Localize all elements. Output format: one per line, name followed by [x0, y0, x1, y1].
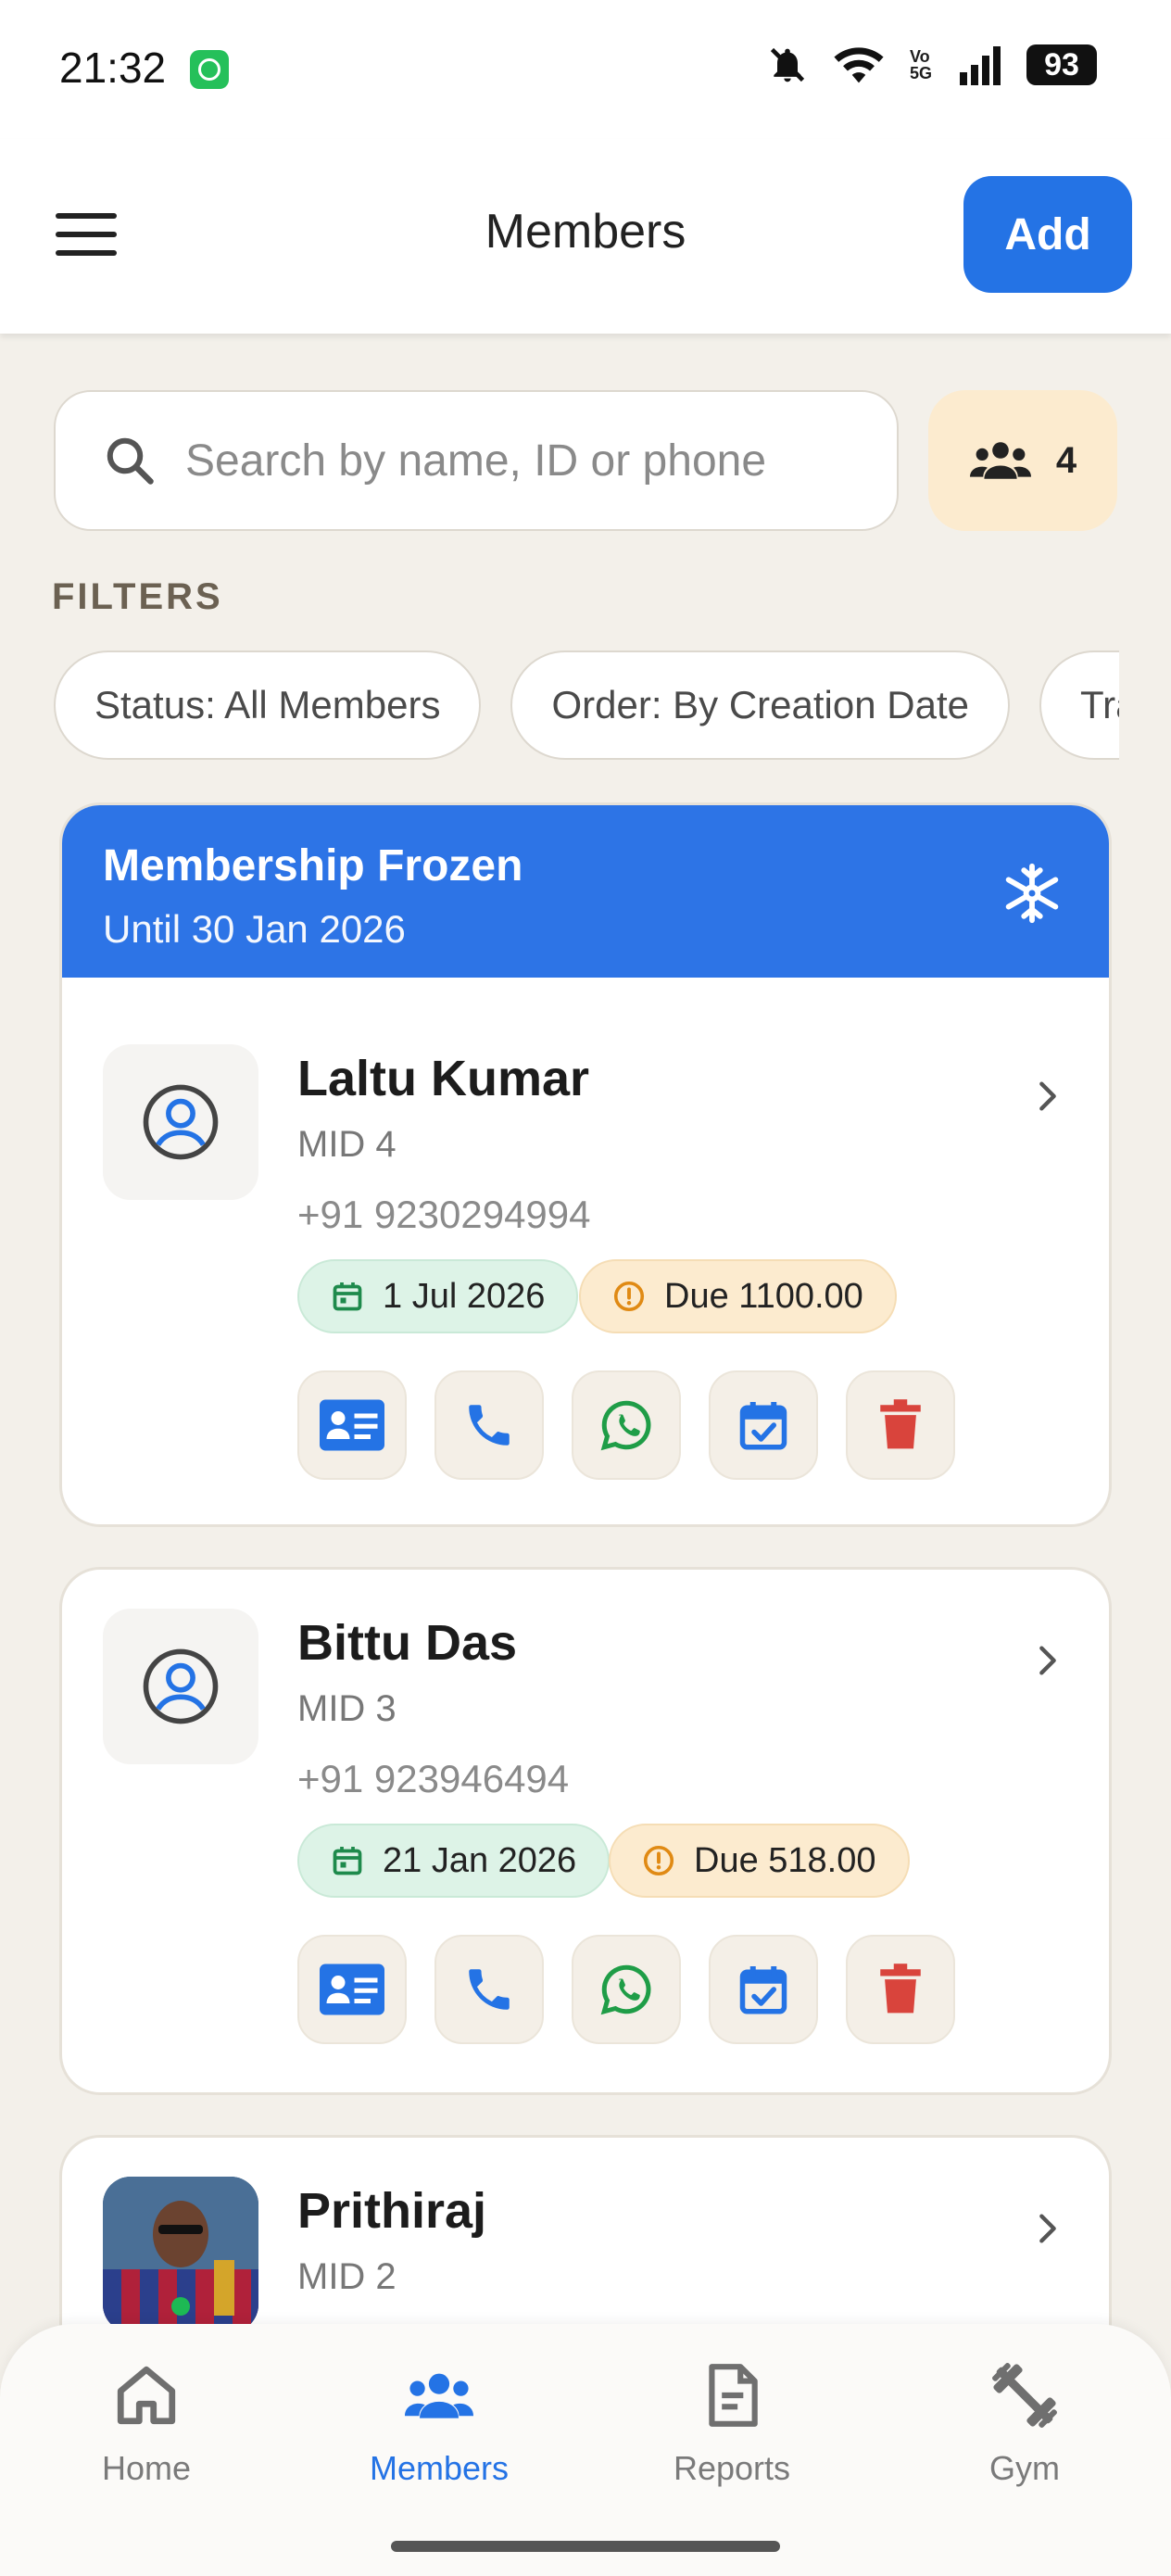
member-id: MID 4 [297, 1124, 397, 1165]
calendar-check-icon [739, 1966, 787, 2014]
filter-chip-status[interactable]: Status: All Members [54, 650, 482, 760]
renew-calendar-button[interactable] [709, 1935, 818, 2044]
action-row [297, 1370, 955, 1480]
delete-button[interactable] [846, 1935, 955, 2044]
due-amount: Due 1100.00 [664, 1276, 863, 1316]
gym-icon [992, 2363, 1057, 2428]
nav-home-label: Home [101, 2449, 192, 2487]
avatar [103, 1044, 258, 1200]
whatsapp-button[interactable] [572, 1370, 681, 1480]
group-icon [969, 442, 1031, 479]
filter-chip-truncated[interactable]: Tra [1039, 650, 1119, 760]
status-bar: 21:32 Vo 5G 93 [0, 0, 1171, 139]
expiry-date-pill: 21 Jan 2026 [297, 1824, 611, 1898]
member-phone: +91 923946494 [297, 1757, 570, 1800]
nav-gym[interactable]: Gym [913, 2361, 1136, 2488]
member-photo [103, 2177, 258, 2332]
due-amount-pill: Due 1100.00 [579, 1259, 897, 1333]
status-time: 21:32 [59, 44, 167, 92]
nav-home[interactable]: Home [35, 2361, 258, 2488]
member-count-badge[interactable]: 4 [928, 390, 1117, 531]
chevron-right-icon[interactable] [1029, 1642, 1066, 1679]
network-type: Vo 5G [910, 47, 933, 82]
user-circle-icon [143, 1084, 219, 1160]
expiry-date-pill: 1 Jul 2026 [297, 1259, 579, 1333]
whatsapp-icon [600, 1400, 651, 1451]
id-card-button[interactable] [297, 1370, 407, 1480]
member-name: Bittu Das [297, 1615, 518, 1671]
phone-icon [469, 1405, 510, 1446]
search-input[interactable] [185, 435, 871, 486]
nav-members-label: Members [369, 2449, 510, 2487]
home-icon [117, 2366, 176, 2425]
search-icon [107, 437, 154, 485]
frozen-title: Membership Frozen [103, 841, 523, 890]
nav-reports[interactable]: Reports [621, 2361, 843, 2488]
user-circle-icon [143, 1648, 219, 1724]
member-photo-image [103, 2177, 258, 2332]
id-card-icon [320, 1964, 384, 2015]
member-card[interactable]: Bittu Das MID 3 +91 923946494 21 Jan 202… [59, 1567, 1112, 2095]
calendar-icon [333, 1847, 362, 1875]
whatsapp-icon [600, 1964, 651, 2015]
trash-icon [880, 1964, 921, 2014]
nav-members[interactable]: Members [328, 2361, 550, 2488]
search-bar[interactable] [54, 390, 899, 531]
phone-icon [469, 1969, 510, 2010]
app-bar: Members Add [0, 139, 1171, 334]
home-indicator[interactable] [391, 2541, 780, 2552]
member-count: 4 [1055, 439, 1077, 481]
expiry-date: 1 Jul 2026 [383, 1276, 546, 1316]
nav-reports-label: Reports [673, 2449, 791, 2487]
expiry-date: 21 Jan 2026 [383, 1840, 577, 1880]
avatar [103, 1609, 258, 1764]
battery-indicator: 93 [1026, 44, 1097, 85]
wifi-icon [834, 47, 884, 83]
bottom-navigation: Home Members Reports Gym [0, 2324, 1171, 2576]
bell-off-icon [770, 47, 805, 82]
member-name: Laltu Kumar [297, 1051, 590, 1106]
delete-button[interactable] [846, 1370, 955, 1480]
whatsapp-button[interactable] [572, 1935, 681, 2044]
filter-chip-order[interactable]: Order: By Creation Date [510, 650, 1010, 760]
call-button[interactable] [434, 1370, 544, 1480]
call-button[interactable] [434, 1935, 544, 2044]
alert-icon [643, 1845, 674, 1876]
frozen-banner: Membership Frozen Until 30 Jan 2026 [62, 805, 1109, 978]
snowflake-icon [1005, 863, 1059, 924]
member-phone: +91 9230294994 [297, 1193, 591, 1236]
due-amount-pill: Due 518.00 [609, 1824, 910, 1898]
nav-gym-label: Gym [989, 2449, 1060, 2487]
reports-icon [709, 2364, 758, 2427]
whatsapp-notification-icon [190, 50, 229, 89]
member-id: MID 3 [297, 1688, 397, 1729]
member-card[interactable]: Membership Frozen Until 30 Jan 2026 Lalt… [59, 802, 1112, 1527]
signal-icon [960, 46, 1001, 85]
filter-chips: Status: All Members Order: By Creation D… [54, 650, 1119, 762]
trash-icon [880, 1399, 921, 1449]
action-row [297, 1935, 955, 2044]
calendar-icon [333, 1282, 362, 1311]
member-name: Prithiraj [297, 2183, 487, 2239]
due-amount: Due 518.00 [694, 1840, 876, 1880]
members-icon [405, 2373, 473, 2418]
frozen-until: Until 30 Jan 2026 [103, 907, 406, 951]
status-icons: Vo 5G 93 [767, 44, 1097, 85]
id-card-icon [320, 1399, 384, 1451]
calendar-check-icon [739, 1402, 787, 1450]
add-member-button[interactable]: Add [963, 176, 1132, 293]
member-id: MID 2 [297, 2256, 397, 2297]
chevron-right-icon[interactable] [1029, 1078, 1066, 1115]
id-card-button[interactable] [297, 1935, 407, 2044]
renew-calendar-button[interactable] [709, 1370, 818, 1480]
filters-label: FILTERS [52, 576, 223, 617]
alert-icon [613, 1281, 645, 1312]
chevron-right-icon[interactable] [1029, 2210, 1066, 2247]
